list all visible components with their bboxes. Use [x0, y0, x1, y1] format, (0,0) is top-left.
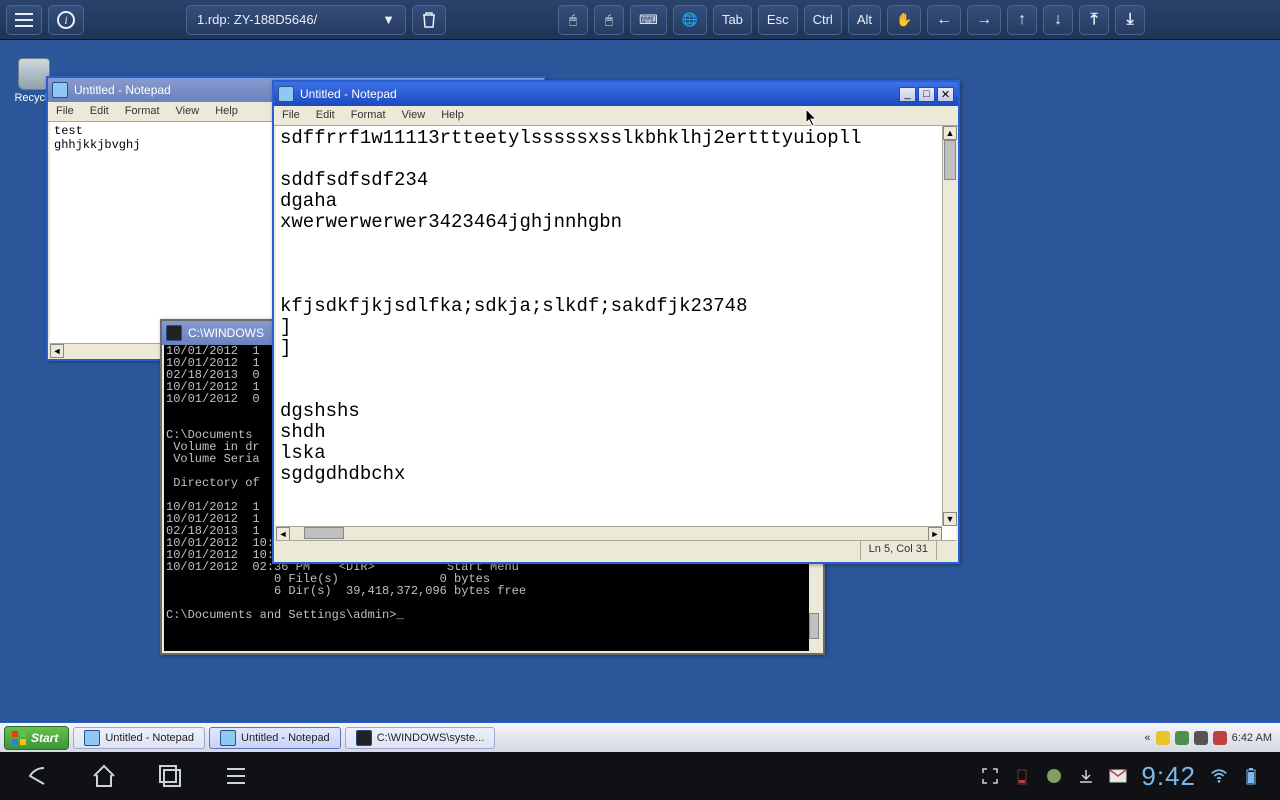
taskbar-item-label: Untitled - Notepad — [241, 732, 330, 744]
taskbar-item[interactable]: Untitled - Notepad — [209, 727, 341, 749]
menu-edit[interactable]: Edit — [308, 106, 343, 125]
window-title: C:\WINDOWS — [188, 326, 264, 340]
start-label: Start — [31, 731, 58, 745]
resize-grip[interactable] — [936, 541, 956, 560]
menu-view[interactable]: View — [168, 102, 208, 121]
home-icon[interactable] — [86, 758, 122, 794]
menu-format[interactable]: Format — [343, 106, 394, 125]
system-tray[interactable]: « 6:42 AM — [1145, 731, 1276, 745]
chevron-down-icon: ▼ — [382, 12, 395, 27]
textarea-wrap: sdffrrf1w11113rtteetylsssssxsslkbhklhj2e… — [276, 126, 956, 540]
download-icon[interactable] — [1077, 767, 1095, 785]
alt-key[interactable]: Alt — [848, 5, 881, 35]
android-navbar: 9:42 — [0, 752, 1280, 800]
network-icon[interactable] — [1175, 731, 1189, 745]
battery-low-icon — [1013, 767, 1031, 785]
cmd-icon — [356, 730, 372, 746]
mouse-left-icon[interactable]: 🖱 — [558, 5, 588, 35]
arrow-right-icon[interactable]: → — [967, 5, 1001, 35]
taskbar-item-label: C:\WINDOWS\syste... — [377, 732, 485, 744]
menu-edit[interactable]: Edit — [82, 102, 117, 121]
scroll-left-icon[interactable]: ◄ — [276, 527, 290, 541]
mail-icon[interactable] — [1109, 767, 1127, 785]
rdp-toolbar: i 1.rdp: ZY-188D5646/ ▼ 🖱 🖱 ⌨ 🌐 Tab Esc … — [0, 0, 1280, 40]
mouse-right-icon[interactable]: 🖱 — [594, 5, 624, 35]
menu-format[interactable]: Format — [117, 102, 168, 121]
menu-icon[interactable] — [218, 758, 254, 794]
page-down-icon[interactable]: ⤓ — [1115, 5, 1145, 35]
info-icon[interactable]: i — [48, 5, 84, 35]
battery-icon — [1242, 767, 1260, 785]
esc-key[interactable]: Esc — [758, 5, 798, 35]
notepad-icon — [278, 86, 294, 102]
hscrollbar[interactable]: ◄ ► — [276, 526, 942, 540]
statusbar: Ln 5, Col 31 — [276, 540, 956, 560]
notepad-icon — [52, 82, 68, 98]
tab-key[interactable]: Tab — [713, 5, 752, 35]
menubar: File Edit Format View Help — [274, 106, 958, 126]
scroll-thumb[interactable] — [944, 140, 956, 180]
text-content[interactable]: sdffrrf1w11113rtteetylsssssxsslkbhklhj2e… — [276, 126, 942, 526]
arrow-down-icon[interactable]: ↓ — [1043, 5, 1073, 35]
window-title: Untitled - Notepad — [74, 83, 171, 97]
taskbar-clock[interactable]: 6:42 AM — [1232, 732, 1272, 744]
close-button[interactable]: ✕ — [937, 87, 954, 102]
back-icon[interactable] — [20, 758, 56, 794]
menu-file[interactable]: File — [274, 106, 308, 125]
notepad-icon — [84, 730, 100, 746]
page-up-icon[interactable]: ⤒ — [1079, 5, 1109, 35]
minimize-button[interactable]: _ — [899, 87, 916, 102]
tray-expand-icon[interactable]: « — [1145, 732, 1151, 744]
globe-icon[interactable]: 🌐 — [673, 5, 707, 35]
scroll-left-icon[interactable]: ◄ — [50, 344, 64, 358]
scroll-thumb[interactable] — [809, 613, 819, 639]
scroll-up-icon[interactable]: ▲ — [943, 126, 957, 140]
ctrl-key[interactable]: Ctrl — [804, 5, 842, 35]
menu-file[interactable]: File — [48, 102, 82, 121]
arrow-up-icon[interactable]: ↑ — [1007, 5, 1037, 35]
taskbar-item[interactable]: Untitled - Notepad — [73, 727, 205, 749]
android-clock[interactable]: 9:42 — [1141, 761, 1196, 792]
notepad-window-front[interactable]: Untitled - Notepad _ □ ✕ File Edit Forma… — [272, 80, 960, 564]
taskbar-item-label: Untitled - Notepad — [105, 732, 194, 744]
maximize-button[interactable]: □ — [918, 87, 935, 102]
start-button[interactable]: Start — [4, 726, 69, 750]
menu-view[interactable]: View — [394, 106, 434, 125]
window-title: Untitled - Notepad — [300, 87, 397, 101]
menu-icon[interactable] — [6, 5, 42, 35]
svg-text:i: i — [64, 13, 67, 27]
keyboard-icon[interactable]: ⌨ — [630, 5, 667, 35]
pointer-icon[interactable]: ✋ — [887, 5, 921, 35]
scroll-thumb[interactable] — [304, 527, 344, 539]
vscrollbar[interactable]: ▲ ▼ — [942, 126, 956, 526]
wifi-icon[interactable] — [1210, 767, 1228, 785]
scroll-right-icon[interactable]: ► — [928, 527, 942, 541]
notepad-icon — [220, 730, 236, 746]
windows-taskbar: Start Untitled - Notepad Untitled - Note… — [0, 722, 1280, 752]
titlebar[interactable]: Untitled - Notepad _ □ ✕ — [274, 82, 958, 106]
android-icon[interactable] — [1045, 767, 1063, 785]
cmd-icon — [166, 325, 182, 341]
cursor-position: Ln 5, Col 31 — [860, 541, 936, 560]
arrow-left-icon[interactable]: ← — [927, 5, 961, 35]
menu-help[interactable]: Help — [433, 106, 472, 125]
session-name: 1.rdp: ZY-188D5646/ — [197, 12, 317, 27]
session-dropdown[interactable]: 1.rdp: ZY-188D5646/ ▼ — [186, 5, 406, 35]
volume-icon[interactable] — [1194, 731, 1208, 745]
recent-apps-icon[interactable] — [152, 758, 188, 794]
remote-desktop[interactable]: Recycle Untitled - Notepad _ □ ✕ File Ed… — [0, 40, 1280, 752]
antivirus-icon[interactable] — [1213, 731, 1227, 745]
fullscreen-icon[interactable] — [981, 767, 999, 785]
shield-icon[interactable] — [1156, 731, 1170, 745]
scroll-down-icon[interactable]: ▼ — [943, 512, 957, 526]
trash-icon[interactable] — [412, 5, 446, 35]
menu-help[interactable]: Help — [207, 102, 246, 121]
taskbar-item[interactable]: C:\WINDOWS\syste... — [345, 727, 496, 749]
